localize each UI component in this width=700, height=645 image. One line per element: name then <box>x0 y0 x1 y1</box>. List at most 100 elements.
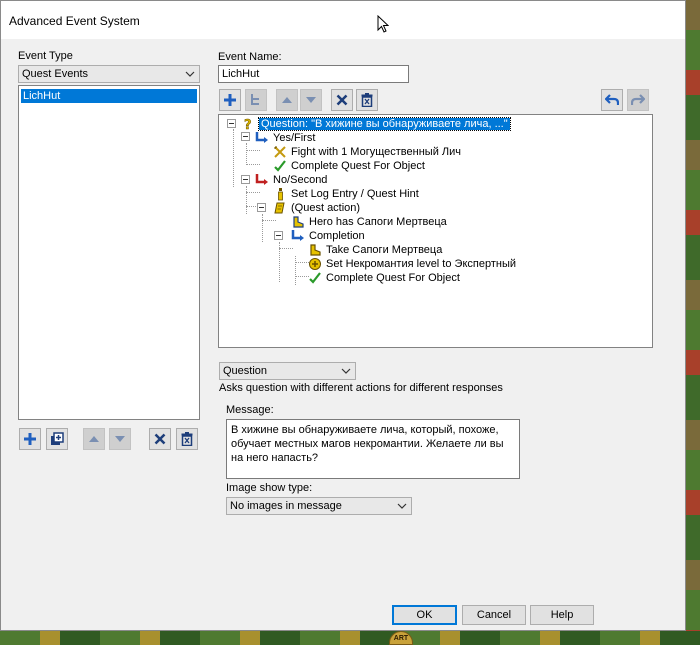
action-type-value: Question <box>223 365 268 377</box>
add-action-button[interactable] <box>219 89 241 111</box>
background-game-map-bottom <box>0 631 700 645</box>
scroll-icon <box>274 202 285 214</box>
cancel-button[interactable]: Cancel <box>462 605 526 625</box>
image-show-type-value: No images in message <box>230 500 342 512</box>
remove-event-button[interactable] <box>149 428 171 450</box>
move-event-up-button[interactable] <box>83 428 105 450</box>
green-check-icon <box>274 160 286 172</box>
delete-action-button[interactable] <box>356 89 378 111</box>
skill-icon <box>309 258 321 270</box>
tree-connector <box>262 214 263 242</box>
tree-node-yes-first[interactable]: Yes/First <box>255 131 315 145</box>
event-list[interactable]: LichHut <box>18 85 200 420</box>
chevron-down-icon <box>341 368 351 374</box>
chevron-down-icon <box>185 71 195 77</box>
tree-connector <box>295 262 309 263</box>
action-tree[interactable]: ? Question: "В хижине вы обнаруживаете л… <box>218 114 653 348</box>
tree-node-set-log-entry[interactable]: Set Log Entry / Quest Hint <box>273 187 419 201</box>
tree-node-label: Question: "В хижине вы обнаруживаете лич… <box>258 117 511 131</box>
help-button[interactable]: Help <box>530 605 594 625</box>
plus-icon <box>224 94 236 106</box>
tree-expander[interactable] <box>241 132 250 141</box>
tree-node-question[interactable]: ? Question: "В хижине вы обнаруживаете л… <box>241 117 511 131</box>
tree-node-completion[interactable]: Completion <box>291 229 365 243</box>
tree-node-fight[interactable]: Fight with 1 Могущественный Лич <box>273 145 461 159</box>
tree-expander[interactable] <box>227 119 236 128</box>
arrow-down-icon <box>306 97 316 103</box>
branch-arrow-blue-icon <box>291 230 304 241</box>
move-event-down-button[interactable] <box>109 428 131 450</box>
tree-connector <box>295 276 309 277</box>
tree-node-label: No/Second <box>273 174 328 186</box>
tree-connector <box>246 164 260 165</box>
tree-expander[interactable] <box>274 231 283 240</box>
boots-icon <box>293 216 304 228</box>
background-game-map-right <box>686 0 700 645</box>
arrow-up-icon <box>89 436 99 442</box>
undo-button[interactable] <box>601 89 623 111</box>
event-name-label: Event Name: <box>218 51 282 63</box>
tree-node-set-skill[interactable]: Set Некромантия level to Экспертный <box>308 257 516 271</box>
x-icon <box>154 433 166 445</box>
tree-node-label: (Quest action) <box>291 202 361 214</box>
redo-button[interactable] <box>627 89 649 111</box>
tree-connector <box>262 220 276 221</box>
chevron-down-icon <box>397 503 407 509</box>
question-mark-icon: ? <box>244 118 252 131</box>
tree-node-label: Complete Quest For Object <box>291 160 425 172</box>
tree-expander[interactable] <box>241 175 250 184</box>
tree-node-quest-action[interactable]: (Quest action) <box>273 201 360 215</box>
event-type-value: Quest Events <box>22 68 89 80</box>
tree-expander[interactable] <box>257 203 266 212</box>
tree-node-label: Fight with 1 Могущественный Лич <box>291 146 461 158</box>
duplicate-event-button[interactable] <box>46 428 68 450</box>
copy-icon <box>51 432 64 445</box>
tree-node-take-item[interactable]: Take Сапоги Мертвеца <box>308 243 442 257</box>
tree-node-complete-quest[interactable]: Complete Quest For Object <box>273 159 425 173</box>
add-event-button[interactable] <box>19 428 41 450</box>
move-action-up-button[interactable] <box>276 89 298 111</box>
tree-node-label: Complete Quest For Object <box>326 272 460 284</box>
undo-icon <box>605 94 619 105</box>
event-type-label: Event Type <box>18 50 73 62</box>
branch-arrow-blue-icon <box>255 132 268 143</box>
image-show-type-dropdown[interactable]: No images in message <box>226 497 412 515</box>
green-check-icon <box>309 272 321 284</box>
window-title: Advanced Event System <box>9 14 140 28</box>
boots-icon <box>310 244 321 256</box>
image-show-type-label: Image show type: <box>226 482 313 494</box>
plus-icon <box>24 433 36 445</box>
tree-node-no-second[interactable]: No/Second <box>255 173 327 187</box>
event-list-item-lichhut[interactable]: LichHut <box>21 89 197 103</box>
event-name-input[interactable]: LichHut <box>218 65 409 83</box>
tree-node-label: Hero has Сапоги Мертвеца <box>309 216 447 228</box>
trash-icon <box>361 93 373 107</box>
tree-connector <box>246 143 247 165</box>
info-icon <box>278 188 283 201</box>
tree-node-label: Set Log Entry / Quest Hint <box>291 188 419 200</box>
message-textarea[interactable]: В хижине вы обнаруживаете лича, который,… <box>226 419 520 479</box>
redo-icon <box>631 94 645 105</box>
delete-event-button[interactable] <box>176 428 198 450</box>
move-action-down-button[interactable] <box>300 89 322 111</box>
svg-text:?: ? <box>244 118 252 131</box>
mouse-cursor-icon <box>377 15 389 33</box>
tree-connector <box>295 256 296 285</box>
branch-arrow-red-icon <box>255 174 268 185</box>
arrow-down-icon <box>115 436 125 442</box>
advanced-event-system-window: Advanced Event System Event Type Quest E… <box>0 0 686 631</box>
title-bar[interactable]: Advanced Event System <box>1 1 685 39</box>
add-child-action-button[interactable] <box>245 89 267 111</box>
trash-icon <box>181 432 193 446</box>
tree-connector <box>246 192 260 193</box>
remove-action-button[interactable] <box>331 89 353 111</box>
arrow-up-icon <box>282 97 292 103</box>
tree-node-label: Set Некромантия level to Экспертный <box>326 258 516 270</box>
ok-button[interactable]: OK <box>392 605 457 625</box>
tree-node-complete-quest[interactable]: Complete Quest For Object <box>308 271 460 285</box>
tree-connector <box>246 186 247 214</box>
tree-indent-icon <box>251 94 259 105</box>
event-type-dropdown[interactable]: Quest Events <box>18 65 200 83</box>
tree-node-hero-has[interactable]: Hero has Сапоги Мертвеца <box>291 215 447 229</box>
action-type-dropdown[interactable]: Question <box>219 362 356 380</box>
